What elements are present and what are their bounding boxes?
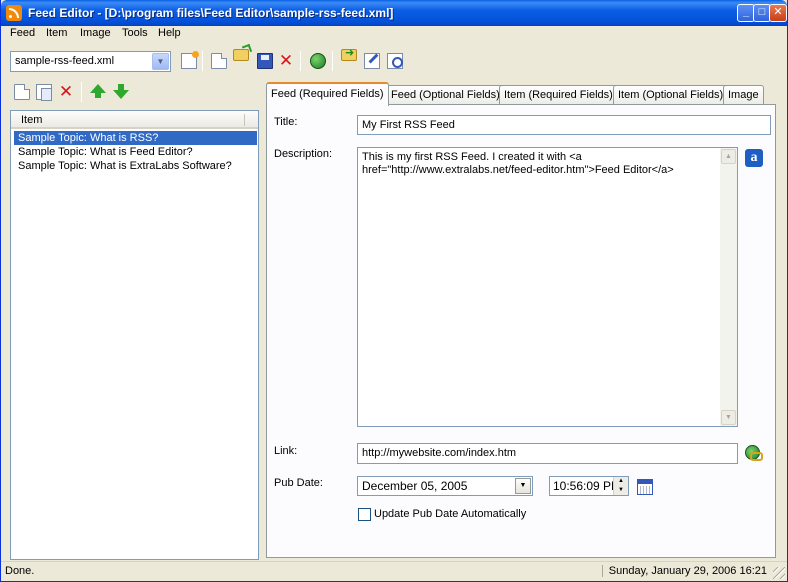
- items-list[interactable]: Item Sample Topic: What is RSS? Sample T…: [10, 110, 259, 560]
- list-item[interactable]: Sample Topic: What is RSS?: [14, 131, 257, 145]
- toolbar-separator: [332, 51, 333, 71]
- description-textarea[interactable]: This is my first RSS Feed. I created it …: [357, 147, 738, 427]
- status-text: Done.: [5, 565, 35, 577]
- description-scrollbar[interactable]: ▲ ▼: [720, 148, 737, 426]
- pubdate-time-value: 10:56:09 PM: [553, 479, 622, 493]
- pubdate-date-select[interactable]: December 05, 2005 ▼: [357, 476, 533, 496]
- copy-item-icon[interactable]: [36, 84, 52, 101]
- auto-update-checkbox[interactable]: [358, 508, 371, 521]
- spin-arrows-icon[interactable]: ▲ ▼: [613, 477, 628, 495]
- status-datetime: Sunday, January 29, 2006 16:21: [601, 565, 767, 577]
- status-bar: Done. Sunday, January 29, 2006 16:21: [1, 561, 787, 581]
- description-label: Description:: [274, 148, 333, 160]
- pubdate-time-stepper[interactable]: 10:56:09 PM ▲ ▼: [549, 476, 629, 496]
- window-title: Feed Editor - [D:\program files\Feed Edi…: [28, 6, 394, 20]
- menu-tools[interactable]: Tools: [122, 27, 148, 39]
- link-label: Link:: [274, 445, 298, 457]
- items-column-header[interactable]: Item: [11, 111, 258, 129]
- pubdate-label: Pub Date:: [274, 477, 323, 489]
- pubdate-date-value: December 05, 2005: [362, 479, 468, 493]
- open-icon[interactable]: [233, 49, 249, 61]
- feed-file-select[interactable]: sample-rss-feed.xml ▼: [10, 51, 171, 72]
- menu-image[interactable]: Image: [80, 27, 111, 39]
- menu-bar: Feed Item Image Tools Help: [1, 26, 787, 44]
- menu-help[interactable]: Help: [158, 27, 181, 39]
- app-window: Feed Editor - [D:\program files\Feed Edi…: [0, 0, 788, 582]
- description-text: This is my first RSS Feed. I created it …: [362, 151, 674, 176]
- close-button[interactable]: ✕: [769, 4, 787, 22]
- scroll-up-icon[interactable]: ▲: [721, 149, 736, 164]
- preview-icon[interactable]: [387, 53, 403, 69]
- menu-item[interactable]: Item: [46, 27, 67, 39]
- save-icon[interactable]: [257, 53, 273, 69]
- tab-feed-required[interactable]: Feed (Required Fields): [266, 82, 389, 106]
- rss-app-icon: [6, 5, 22, 21]
- title-bar[interactable]: Feed Editor - [D:\program files\Feed Edi…: [1, 0, 787, 26]
- title-input[interactable]: My First RSS Feed: [357, 115, 771, 135]
- chevron-down-icon[interactable]: ▼: [515, 478, 531, 494]
- toolbar-separator: [300, 51, 301, 71]
- delete-item-icon[interactable]: ✕: [58, 83, 74, 100]
- title-label: Title:: [274, 116, 298, 128]
- export-icon[interactable]: [341, 46, 357, 61]
- new-feed-icon[interactable]: [181, 51, 199, 69]
- delete-icon[interactable]: ✕: [278, 52, 294, 69]
- feed-file-value: sample-rss-feed.xml: [15, 55, 115, 67]
- main-toolbar: sample-rss-feed.xml ▼ ✕: [1, 46, 787, 76]
- toolbar-separator: [81, 82, 82, 102]
- resize-grip-icon[interactable]: [773, 567, 785, 579]
- toolbar-separator: [202, 51, 203, 71]
- tab-item-required[interactable]: Item (Required Fields): [499, 85, 618, 105]
- auto-update-label[interactable]: Update Pub Date Automatically: [374, 508, 526, 520]
- open-link-icon[interactable]: [745, 445, 763, 461]
- new-doc-icon[interactable]: [211, 53, 227, 69]
- items-toolbar: ✕: [1, 80, 261, 104]
- edit-icon[interactable]: [364, 53, 380, 69]
- calendar-icon[interactable]: [637, 479, 653, 495]
- publish-icon[interactable]: [310, 53, 326, 69]
- new-item-icon[interactable]: [14, 84, 30, 100]
- chevron-down-icon[interactable]: ▼: [152, 53, 169, 70]
- scroll-down-icon[interactable]: ▼: [721, 410, 736, 425]
- tab-feed-optional[interactable]: Feed (Optional Fields): [386, 85, 505, 105]
- list-item[interactable]: Sample Topic: What is Feed Editor?: [14, 145, 257, 159]
- html-format-icon[interactable]: a: [745, 149, 763, 167]
- tab-image[interactable]: Image: [723, 85, 764, 105]
- column-header-label: Item: [21, 114, 43, 126]
- menu-feed[interactable]: Feed: [10, 27, 35, 39]
- tab-item-optional[interactable]: Item (Optional Fields): [613, 85, 729, 105]
- list-item[interactable]: Sample Topic: What is ExtraLabs Software…: [14, 159, 257, 173]
- link-input[interactable]: http://mywebsite.com/index.htm: [357, 443, 738, 464]
